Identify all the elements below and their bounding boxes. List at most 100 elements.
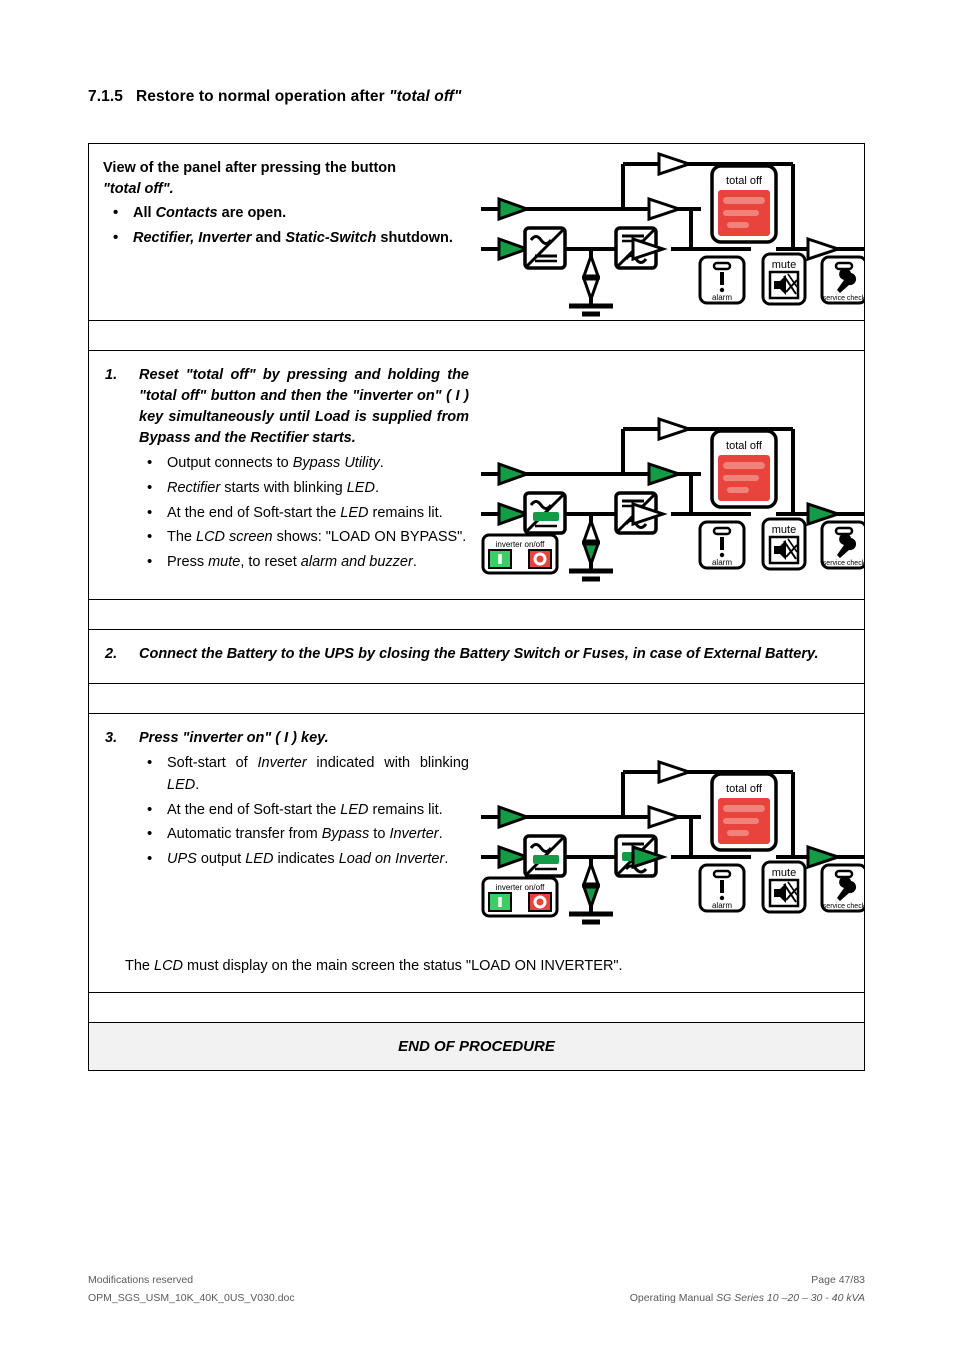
- bullet-italic: Contacts: [155, 205, 218, 222]
- step1-text-cell: 1. Reset "total off" by pressing and hol…: [89, 351, 481, 589]
- inverter-onoff-panel[interactable]: inverter on/off: [481, 533, 559, 575]
- table-row-spacer-3: [89, 684, 864, 715]
- mute-button[interactable]: mute: [761, 860, 807, 914]
- step3-text-cell: 3. Press "inverter on" ( I ) key. Soft-s…: [89, 714, 481, 886]
- ups-diagram-panel-load-on-inverter: total off inverter on/off alarm mute ser…: [481, 752, 864, 942]
- total-off-button[interactable]: total off: [710, 164, 778, 244]
- input-arrow-main: [497, 501, 532, 527]
- exclamation-icon: [719, 272, 725, 293]
- battery-branch: [569, 514, 613, 582]
- bullet-pre: All: [133, 205, 156, 222]
- ups-diagram-panel-after-total-off: total off alarm mute service check: [481, 144, 864, 320]
- input-arrow-main: [497, 844, 532, 870]
- input-arrow-bypass: [497, 804, 532, 830]
- inverter-off-key[interactable]: [528, 892, 552, 913]
- svg-text:total off: total off: [726, 175, 763, 187]
- input-arrow-main: [497, 236, 532, 262]
- battery-branch: [569, 249, 613, 317]
- inverter-on-key[interactable]: [488, 549, 512, 569]
- end-of-procedure-label: END OF PROCEDURE: [398, 1037, 555, 1055]
- page-footer: Modifications reserved Page 47/83 OPM_SG…: [88, 1272, 865, 1308]
- total-off-button[interactable]: total off: [710, 772, 778, 852]
- table-row-end-of-procedure: END OF PROCEDURE: [89, 1022, 864, 1070]
- document-page: 7.1.5 Restore to normal operation after "…: [0, 0, 954, 1350]
- total-off-button[interactable]: total off: [710, 429, 778, 509]
- footer-row-2: OPM_SGS_USM_10K_40K_0US_V030.doc Operati…: [88, 1290, 865, 1308]
- list-item: Soft-start of Inverter indicated with bl…: [139, 752, 469, 797]
- svg-text:service check: service check: [823, 295, 864, 302]
- step3-header: Press "inverter on" ( I ) key.: [139, 730, 329, 747]
- input-arrow-bypass: [497, 196, 532, 222]
- service-check-button[interactable]: service check: [820, 255, 864, 305]
- inverter-off-key[interactable]: [528, 549, 552, 569]
- footer-row-1: Modifications reserved Page 47/83: [88, 1272, 865, 1290]
- list-item: Output connects to Bypass Utility.: [139, 452, 469, 475]
- mute-button[interactable]: mute: [761, 517, 807, 571]
- service-check-button[interactable]: service check: [820, 863, 864, 913]
- alarm-button[interactable]: alarm: [698, 255, 746, 305]
- step2-paragraph: 2. Connect the Battery to the UPS by clo…: [103, 644, 848, 665]
- step2-text-cell: 2. Connect the Battery to the UPS by clo…: [89, 630, 866, 683]
- service-check-button[interactable]: service check: [820, 520, 864, 570]
- svg-text:mute: mute: [772, 259, 796, 271]
- footer-manual-title-plain: Operating Manual: [629, 1291, 717, 1304]
- rectifier-block: [523, 834, 567, 878]
- list-item: Rectifier starts with blinking LED.: [139, 477, 469, 500]
- svg-text:inverter on/off: inverter on/off: [496, 540, 546, 549]
- diagram-cell-3: total off inverter on/off alarm mute ser…: [481, 714, 864, 948]
- inverter-on-key[interactable]: [488, 892, 512, 913]
- intro-lead-line2: "total off".: [103, 181, 174, 198]
- alarm-button[interactable]: alarm: [698, 520, 746, 570]
- exclamation-icon: [719, 880, 725, 901]
- table-row-spacer-4: [89, 993, 864, 1023]
- bypass-mid-arrow: [647, 461, 684, 487]
- mute-button[interactable]: mute: [761, 252, 807, 306]
- inverter-onoff-panel[interactable]: inverter on/off: [481, 876, 559, 918]
- section-title-italic: "total off": [389, 88, 462, 105]
- alarm-button[interactable]: alarm: [698, 863, 746, 913]
- bypass-top-arrow: [657, 151, 694, 177]
- list-item: UPS output LED indicates Load on Inverte…: [139, 848, 469, 871]
- ups-diagram-panel-load-on-bypass: total off inverter on/off alarm mute ser…: [481, 409, 864, 599]
- svg-text:total off: total off: [726, 440, 763, 452]
- list-item: Automatic transfer from Bypass to Invert…: [139, 823, 469, 846]
- bullet-italic-2: Static-Switch: [285, 229, 377, 246]
- table-row-spacer-1: [89, 321, 864, 351]
- step1-number: 1.: [105, 367, 118, 383]
- bypass-mid-arrow: [647, 196, 684, 222]
- section-title-plain: Restore to normal operation after: [136, 88, 390, 105]
- step3-number: 3.: [105, 730, 118, 747]
- table-row-step-1: 1. Reset "total off" by pressing and hol…: [89, 351, 864, 600]
- procedure-table: View of the panel after pressing the but…: [88, 143, 865, 1071]
- list-item: Rectifier, Inverter and Static-Switch sh…: [103, 227, 469, 250]
- list-item: At the end of Soft-start the LED remains…: [139, 502, 469, 525]
- step3-bullet-list: Soft-start of Inverter indicated with bl…: [139, 752, 469, 871]
- svg-text:inverter on/off: inverter on/off: [496, 883, 546, 892]
- svg-text:total off: total off: [726, 783, 763, 795]
- intro-text-cell: View of the panel after pressing the but…: [89, 144, 481, 265]
- step3-paragraph: 3. Press "inverter on" ( I ) key. Soft-s…: [103, 728, 469, 871]
- step1-paragraph: 1. Reset "total off" by pressing and hol…: [103, 365, 469, 574]
- svg-text:service check: service check: [823, 560, 864, 567]
- battery-branch: [569, 857, 613, 925]
- footer-page-number: Page 47/83: [811, 1274, 865, 1286]
- diagram-cell-1: total off alarm mute service check: [481, 144, 864, 320]
- input-arrow-bypass: [497, 461, 532, 487]
- section-heading: 7.1.5 Restore to normal operation after "…: [88, 88, 868, 106]
- footer-document-filename: OPM_SGS_USM_10K_40K_0US_V030.doc: [88, 1291, 295, 1304]
- step2-text: Connect the Battery to the UPS by closin…: [139, 646, 819, 662]
- rectifier-block: [523, 491, 567, 535]
- table-row-spacer-2: [89, 600, 864, 630]
- svg-text:mute: mute: [772, 867, 796, 879]
- section-number: 7.1.5: [88, 88, 123, 105]
- rectifier-block: [523, 226, 567, 270]
- intro-bullet-list: All Contacts are open. Rectifier, Invert…: [103, 202, 469, 250]
- table-row-step-2: 2. Connect the Battery to the UPS by clo…: [89, 630, 866, 685]
- table-row-intro: View of the panel after pressing the but…: [89, 144, 864, 321]
- list-item: At the end of Soft-start the LED remains…: [139, 799, 469, 822]
- footer-left-line1: Modifications reserved: [88, 1274, 194, 1286]
- svg-text:mute: mute: [772, 524, 796, 536]
- diagram-cell-2: total off inverter on/off alarm mute ser…: [481, 351, 864, 599]
- table-row-step-3: 3. Press "inverter on" ( I ) key. Soft-s…: [89, 714, 864, 993]
- intro-lead-line1: View of the panel after pressing the but…: [103, 160, 396, 176]
